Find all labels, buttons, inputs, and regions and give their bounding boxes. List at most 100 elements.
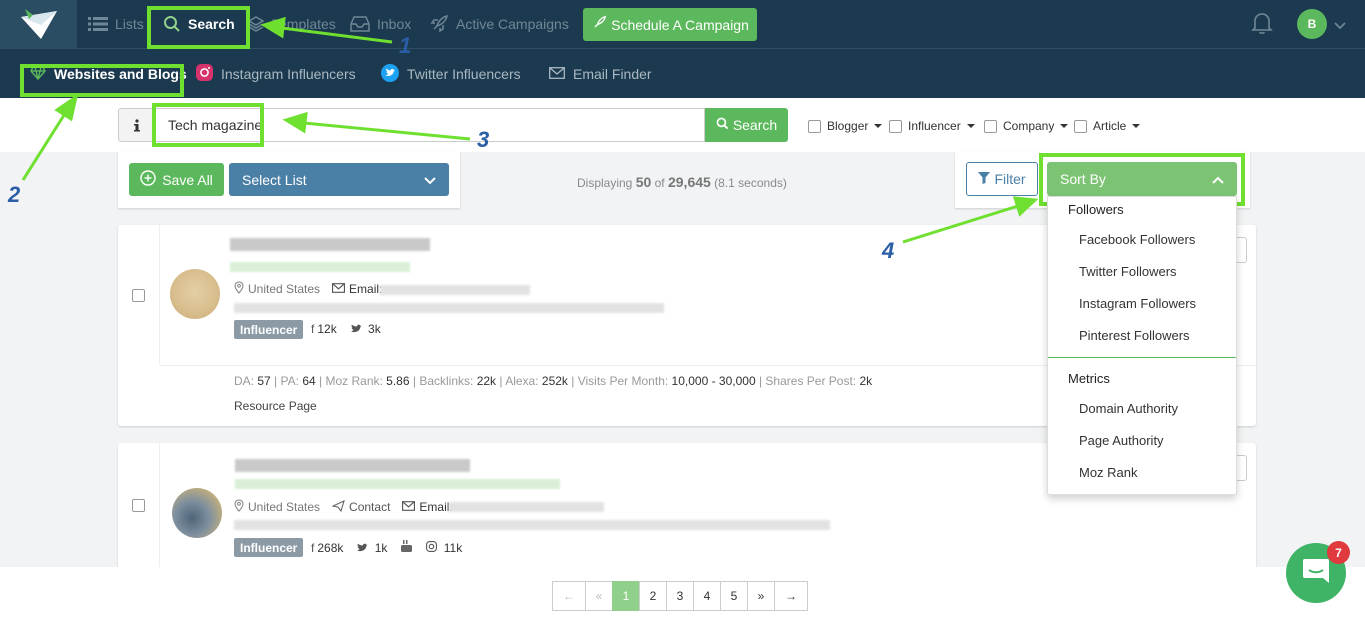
page-2-button[interactable]: 2: [639, 581, 667, 611]
sort-option-moz-rank[interactable]: Moz Rank: [1079, 465, 1138, 480]
card-action-button[interactable]: [1237, 237, 1247, 263]
email-field: Email:: [402, 500, 453, 514]
schedule-campaign-label: Schedule A Campaign: [611, 16, 749, 33]
notifications-bell-icon[interactable]: [1251, 11, 1273, 40]
menu-divider: [1048, 357, 1236, 358]
user-avatar[interactable]: B: [1297, 9, 1327, 39]
tab-email-finder[interactable]: Email Finder: [549, 49, 652, 99]
email-redacted[interactable]: [449, 502, 604, 512]
site-url-redacted[interactable]: [230, 262, 410, 272]
search-button-label: Search: [732, 117, 778, 133]
email-label: Email:: [349, 282, 383, 296]
filter-influencer[interactable]: Influencer: [889, 119, 975, 133]
facebook-stat: f 268k: [311, 541, 343, 555]
influencer-checkbox[interactable]: [889, 119, 902, 133]
youtube-icon: [401, 540, 413, 555]
chevron-down-icon: [424, 172, 436, 188]
sort-option-domain-authority[interactable]: Domain Authority: [1079, 401, 1178, 416]
contact-link[interactable]: Contact: [331, 499, 391, 515]
app-logo[interactable]: [0, 0, 77, 48]
pagination: ← « 1 2 3 4 5 » →: [552, 581, 808, 611]
email-redacted[interactable]: [380, 285, 530, 295]
annotation-number: 4: [882, 238, 895, 263]
next-page-button[interactable]: »: [747, 581, 775, 611]
sort-option-facebook-followers[interactable]: Facebook Followers: [1079, 232, 1195, 247]
instagram-icon: [426, 540, 440, 555]
save-all-label: Save All: [162, 171, 213, 188]
tab-email-finder-label: Email Finder: [573, 66, 652, 82]
nav-search[interactable]: Search: [163, 0, 235, 48]
caret-down-icon[interactable]: [1060, 124, 1069, 128]
instagram-icon: [196, 64, 213, 84]
filter-button[interactable]: Filter: [966, 162, 1038, 196]
metric-label: Shares Per Post:: [765, 374, 857, 388]
filter-blogger-label: Blogger: [827, 119, 869, 133]
layers-icon: [247, 15, 265, 33]
caret-down-icon[interactable]: [966, 124, 975, 128]
twitter-stat: 3k: [350, 322, 381, 336]
metric-visits: 10,000 - 30,000: [671, 374, 756, 388]
instagram-count: 11k: [443, 540, 463, 555]
schedule-campaign-button[interactable]: Schedule A Campaign: [583, 8, 757, 41]
envelope-icon: [332, 282, 346, 296]
filter-blogger[interactable]: Blogger: [808, 119, 883, 133]
caret-down-icon[interactable]: [874, 124, 883, 128]
top-navbar: Lists Search Templates Inbox Active Camp…: [0, 0, 1365, 48]
envelope-icon: [402, 500, 416, 514]
site-url-redacted[interactable]: [235, 479, 560, 489]
sort-option-instagram-followers[interactable]: Instagram Followers: [1079, 296, 1196, 311]
page-1-button[interactable]: 1: [612, 581, 640, 611]
location-label: United States: [248, 282, 321, 296]
chevron-down-icon[interactable]: [1334, 17, 1346, 35]
tab-websites-and-blogs[interactable]: Websites and Blogs: [30, 49, 187, 99]
tab-websites-and-blogs-label: Websites and Blogs: [54, 66, 187, 82]
filter-company[interactable]: Company: [984, 119, 1069, 133]
tab-instagram-influencers-label: Instagram Influencers: [221, 66, 356, 82]
tab-instagram-influencers[interactable]: Instagram Influencers: [196, 49, 356, 99]
caret-down-icon[interactable]: [1132, 124, 1141, 128]
info-icon[interactable]: [118, 108, 154, 142]
card-action-button[interactable]: [1237, 455, 1247, 481]
result-checkbox[interactable]: [132, 498, 145, 512]
sort-by-menu: Followers Facebook Followers Twitter Fol…: [1047, 196, 1237, 495]
select-list-dropdown[interactable]: Select List: [229, 163, 449, 196]
result-checkbox[interactable]: [132, 288, 145, 302]
filter-article[interactable]: Article: [1074, 119, 1141, 133]
result-meta: United States Contact Email:: [234, 499, 453, 515]
filter-influencer-label: Influencer: [908, 119, 961, 133]
sort-option-page-authority[interactable]: Page Authority: [1079, 433, 1164, 448]
save-all-button[interactable]: Save All: [129, 163, 224, 196]
location: United States: [234, 499, 320, 515]
inbox-icon: [350, 16, 370, 32]
filter-button-label: Filter: [994, 171, 1026, 187]
blogger-checkbox[interactable]: [808, 119, 821, 133]
nav-lists-label: Lists: [115, 16, 144, 32]
search-icon: [163, 15, 181, 33]
site-title-redacted[interactable]: [235, 459, 470, 472]
sort-by-dropdown[interactable]: Sort By: [1047, 162, 1237, 196]
page-5-button[interactable]: 5: [720, 581, 748, 611]
tab-twitter-influencers-label: Twitter Influencers: [407, 66, 521, 82]
result-select-cell: [118, 443, 160, 567]
search-input[interactable]: [154, 108, 705, 142]
prev-page-button[interactable]: «: [585, 581, 613, 611]
sort-option-twitter-followers[interactable]: Twitter Followers: [1079, 264, 1177, 279]
chevron-up-icon: [1212, 171, 1224, 187]
last-page-button[interactable]: →: [774, 581, 808, 611]
facebook-stat: f 12k: [311, 322, 337, 336]
nav-templates[interactable]: Templates: [247, 0, 336, 48]
first-page-button[interactable]: ←: [552, 581, 586, 611]
page-3-button[interactable]: 3: [666, 581, 694, 611]
filter-article-label: Article: [1093, 119, 1127, 133]
page-4-button[interactable]: 4: [693, 581, 721, 611]
company-checkbox[interactable]: [984, 119, 997, 133]
metric-label: Moz Rank:: [325, 374, 383, 388]
sort-option-pinterest-followers[interactable]: Pinterest Followers: [1079, 328, 1190, 343]
nav-active-campaigns[interactable]: Active Campaigns: [429, 0, 569, 48]
nav-lists[interactable]: Lists: [88, 0, 144, 48]
site-title-redacted[interactable]: [230, 238, 430, 251]
social-stats: f 268k 1k 11k: [311, 540, 462, 555]
article-checkbox[interactable]: [1074, 119, 1087, 133]
contact-label: Contact: [349, 500, 391, 514]
search-button[interactable]: Search: [705, 108, 788, 142]
